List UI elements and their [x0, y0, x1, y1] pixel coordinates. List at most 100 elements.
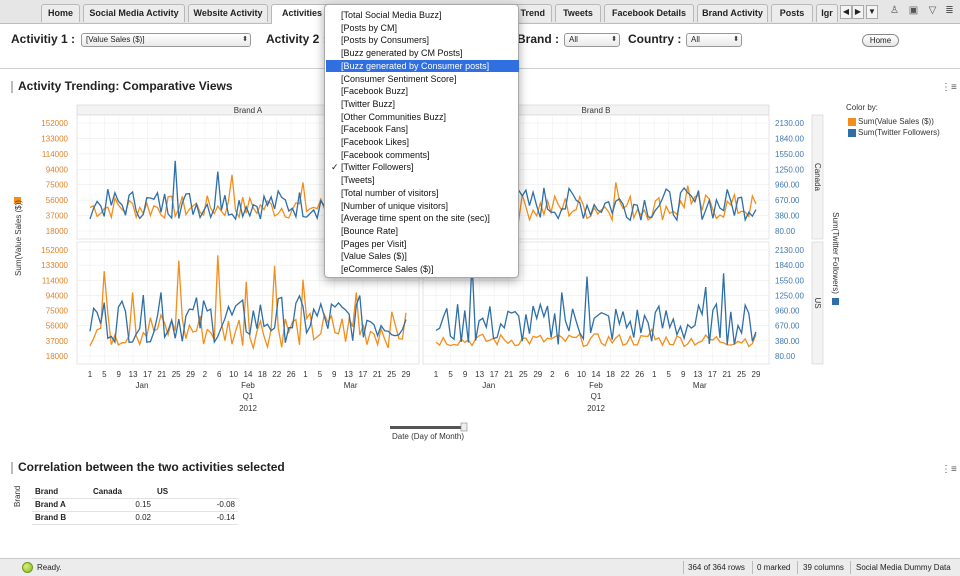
left-tick-label: 56000	[46, 322, 69, 331]
month-label: Mar	[693, 381, 707, 390]
details-icon[interactable]: ≣	[944, 5, 955, 17]
column-header[interactable]: US	[154, 485, 238, 499]
x-tick-label: 1	[303, 370, 308, 379]
x-tick-label: 21	[504, 370, 513, 379]
home-button[interactable]: Home	[862, 34, 899, 47]
x-tick-label: 26	[635, 370, 644, 379]
right-tick-label: 1550.00	[775, 150, 804, 159]
dropdown-option-label: [Tweets]	[341, 175, 375, 186]
dropdown-option[interactable]: [Total Social Media Buzz]	[326, 9, 519, 22]
dropdown-option[interactable]: [Facebook comments]	[326, 149, 519, 162]
dropdown-option-label: [eCommerce Sales ($)]	[341, 264, 434, 274]
x-tick-label: 13	[475, 370, 484, 379]
legend-item-value-sales[interactable]: Sum(Value Sales ($))	[848, 117, 934, 126]
tab-list-icon[interactable]: ▼	[866, 5, 878, 19]
dropdown-option-label: [Buzz generated by CM Posts]	[341, 48, 463, 59]
country-dropdown[interactable]: All ⬍	[686, 33, 742, 47]
left-tick-label: 37000	[46, 212, 69, 221]
dropdown-option[interactable]: [Other Communities Buzz]	[326, 111, 519, 124]
column-header[interactable]: Canada	[90, 485, 154, 499]
x-tick-label: 2	[203, 370, 208, 379]
x-tick-label: 29	[402, 370, 411, 379]
right-tick-label: 380.00	[775, 212, 800, 221]
dropdown-option[interactable]: [Buzz generated by CM Posts]	[326, 47, 519, 60]
left-tick-label: 152000	[41, 246, 68, 255]
legend-item-twitter-followers[interactable]: Sum(Twitter Followers)	[848, 128, 940, 137]
axis-swatch	[832, 298, 839, 305]
left-tick-label: 133000	[41, 261, 68, 270]
x-tick-label: 21	[157, 370, 166, 379]
section-grip[interactable]	[11, 462, 13, 474]
x-tick-label: 14	[592, 370, 601, 379]
user-icon[interactable]: ♙	[889, 5, 900, 17]
divider	[850, 561, 851, 574]
panel-icon[interactable]: ▣	[908, 5, 919, 17]
x-tick-label: 29	[752, 370, 761, 379]
dropdown-option[interactable]: [Twitter Buzz]	[326, 98, 519, 111]
activity1-label: Activitiy 1 :	[11, 32, 76, 46]
table-row[interactable]: Brand A 0.15 -0.08	[32, 498, 238, 512]
x-tick-label: 5	[102, 370, 107, 379]
menu-icon[interactable]: ⋮≡	[941, 464, 957, 475]
dropdown-option[interactable]: [Average time spent on the site (sec)]	[326, 212, 519, 225]
activity2-options-list: [Total Social Media Buzz] [Posts by CM] [P…	[324, 4, 519, 278]
updown-icon: ⬍	[611, 36, 617, 43]
correlation-row-header: Brand	[13, 485, 22, 507]
dropdown-option[interactable]: [Buzz generated by Consumer posts]	[326, 59, 519, 73]
row-header-label: US	[813, 297, 822, 308]
dropdown-option-label: [Twitter Followers]	[341, 162, 414, 173]
tab-scroll-left-icon[interactable]: ◀	[840, 5, 852, 19]
status-rows: 364 of 364 rows	[688, 563, 745, 572]
tab-brand-activity[interactable]: Brand Activity	[697, 4, 768, 22]
dropdown-option[interactable]: [Posts by Consumers]	[326, 34, 519, 47]
tab-scroll-right-icon[interactable]: ▶	[852, 5, 864, 19]
tab-overflow[interactable]: Igr	[816, 4, 838, 22]
menu-icon[interactable]: ⋮≡	[941, 82, 957, 93]
activity1-dropdown[interactable]: [Value Sales ($)] ⬍	[81, 33, 251, 47]
brand-dropdown[interactable]: All ⬍	[564, 33, 620, 47]
section-grip[interactable]	[11, 81, 13, 93]
country-value: All	[691, 35, 700, 44]
dropdown-option[interactable]: [Facebook Likes]	[326, 136, 519, 149]
dropdown-option-label: [Posts by CM]	[341, 22, 398, 33]
column-header[interactable]: Brand	[32, 485, 90, 499]
month-label: Jan	[482, 381, 495, 390]
dropdown-option[interactable]: ✓ [Twitter Followers]	[326, 161, 519, 174]
tab-home[interactable]: Home	[41, 4, 80, 22]
x-tick-label: 14	[244, 370, 253, 379]
tab-activities[interactable]: Activities C	[271, 4, 331, 24]
panel-header-label: Brand B	[582, 106, 611, 115]
x-tick-label: 5	[318, 370, 323, 379]
left-tick-label: 114000	[42, 276, 69, 285]
dropdown-option[interactable]: [Number of unique visitors]	[326, 200, 519, 213]
right-tick-label: 2130.00	[775, 246, 804, 255]
left-tick-label: 75000	[46, 307, 69, 316]
divider	[683, 561, 684, 574]
dropdown-option[interactable]: [eCommerce Sales ($)]	[326, 263, 519, 276]
tab-social-media-activity[interactable]: Social Media Activity	[83, 4, 185, 22]
dropdown-option[interactable]: [Total number of visitors]	[326, 187, 519, 200]
dropdown-option[interactable]: [Value Sales ($)]	[326, 250, 519, 263]
tab-facebook-details[interactable]: Facebook Details	[604, 4, 694, 22]
table-row[interactable]: Brand B 0.02 -0.14	[32, 511, 238, 525]
tab-tweets[interactable]: Tweets	[555, 4, 601, 22]
dropdown-option[interactable]: [Facebook Fans]	[326, 123, 519, 136]
left-tick-label: 18000	[46, 352, 69, 361]
x-tick-label: 25	[387, 370, 396, 379]
tab-posts[interactable]: Posts	[771, 4, 813, 22]
tab-website-activity[interactable]: Website Activity	[188, 4, 268, 22]
dropdown-option[interactable]: [Pages per Visit]	[326, 238, 519, 251]
right-tick-label: 380.00	[775, 337, 800, 346]
cell-canada: 0.15	[90, 498, 154, 512]
x-tick-label: 9	[463, 370, 468, 379]
dropdown-option[interactable]: [Bounce Rate]	[326, 225, 519, 238]
dropdown-option[interactable]: [Consumer Sentiment Score]	[326, 73, 519, 86]
checkmark-icon: ✓	[331, 162, 339, 173]
filter-icon[interactable]: ▽	[927, 5, 938, 17]
dropdown-option-label: [Average time spent on the site (sec)]	[341, 213, 490, 224]
dropdown-option[interactable]: [Facebook Buzz]	[326, 85, 519, 98]
updown-icon: ⬍	[733, 36, 739, 43]
right-tick-label: 1550.00	[775, 276, 804, 285]
dropdown-option[interactable]: [Tweets]	[326, 174, 519, 187]
dropdown-option[interactable]: [Posts by CM]	[326, 22, 519, 35]
